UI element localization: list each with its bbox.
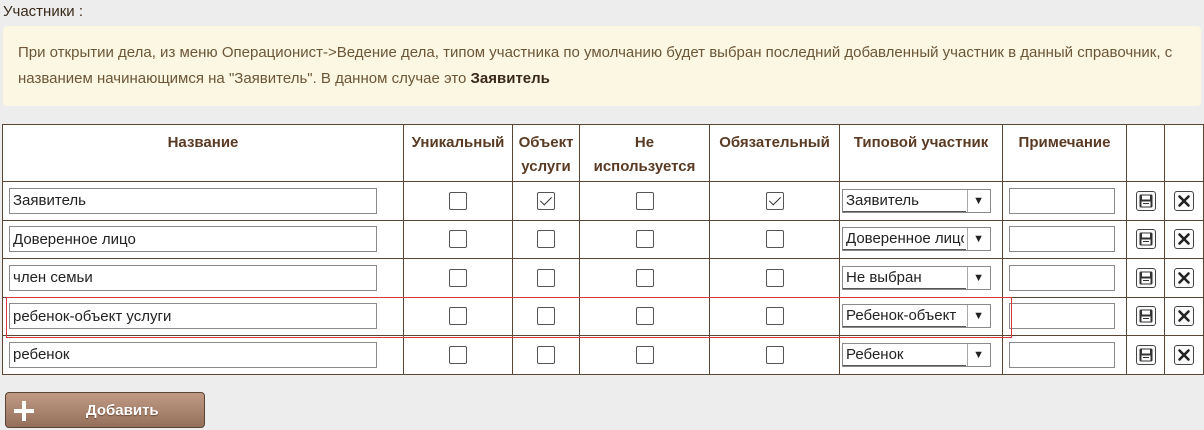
notice-text: При открытии дела, из меню Операционист-… <box>18 44 1173 87</box>
required-checkbox[interactable] <box>765 345 784 364</box>
note-input[interactable] <box>1009 341 1115 368</box>
save-icon[interactable] <box>1135 267 1156 288</box>
add-button-label: Добавить <box>86 402 159 419</box>
typical-select-value: Не выбран <box>846 268 922 286</box>
name-input[interactable] <box>9 187 377 214</box>
notice-bold: Заявитель <box>470 70 550 87</box>
typical-participant-select[interactable]: Доверенное лицо ▼ <box>842 227 991 252</box>
unique-checkbox[interactable] <box>449 345 467 364</box>
plus-icon <box>14 401 34 421</box>
save-icon[interactable] <box>1135 306 1156 327</box>
required-checkbox[interactable] <box>765 191 784 210</box>
service-object-checkbox[interactable] <box>537 345 555 364</box>
table-row: Ребенок-объект ▼ <box>2 296 1204 336</box>
header-not-used: Не используется <box>579 124 710 182</box>
table-row: Доверенное лицо ▼ <box>2 219 1204 259</box>
table-header-row: Название Уникальный Объект услуги Не испол… <box>2 124 1204 182</box>
typical-participant-select[interactable]: Ребенок-объект ▼ <box>842 304 991 329</box>
typical-select-value: Ребенок <box>846 345 904 363</box>
chevron-down-icon: ▼ <box>973 233 984 246</box>
typical-participant-select[interactable]: Заявитель ▼ <box>842 188 991 213</box>
header-required: Обязательный <box>709 124 840 182</box>
close-icon[interactable] <box>1174 344 1194 365</box>
name-input[interactable] <box>9 341 377 368</box>
name-input[interactable] <box>9 303 377 330</box>
required-checkbox[interactable] <box>765 307 784 326</box>
not-used-checkbox[interactable] <box>635 307 654 326</box>
note-input[interactable] <box>1009 226 1115 253</box>
note-input[interactable] <box>1009 187 1115 214</box>
section-label: Участники : <box>3 3 83 20</box>
header-save <box>1126 124 1165 182</box>
not-used-checkbox[interactable] <box>635 230 654 249</box>
unique-checkbox[interactable] <box>449 230 467 249</box>
service-object-checkbox[interactable] <box>537 307 555 326</box>
header-service-object: Объект услуги <box>512 124 580 182</box>
unique-checkbox[interactable] <box>449 268 467 287</box>
required-checkbox[interactable] <box>765 268 784 287</box>
table-row: Не выбран ▼ <box>2 258 1204 298</box>
note-input[interactable] <box>1009 303 1115 330</box>
typical-participant-select[interactable]: Ребенок ▼ <box>842 342 991 367</box>
typical-select-value: Ребенок-объект <box>846 307 957 325</box>
not-used-checkbox[interactable] <box>635 345 654 364</box>
chevron-down-icon: ▼ <box>973 310 984 323</box>
close-icon[interactable] <box>1174 229 1194 250</box>
header-name: Название <box>2 124 404 182</box>
header-delete <box>1164 124 1204 182</box>
close-icon[interactable] <box>1174 267 1194 288</box>
not-used-checkbox[interactable] <box>635 191 654 210</box>
close-icon[interactable] <box>1174 190 1194 211</box>
table-row: Ребенок ▼ <box>2 335 1204 375</box>
chevron-down-icon: ▼ <box>973 271 984 284</box>
info-notice: При открытии дела, из меню Операционист-… <box>3 26 1201 106</box>
chevron-down-icon: ▼ <box>973 194 984 207</box>
service-object-checkbox[interactable] <box>537 230 555 249</box>
header-note: Примечание <box>1002 124 1127 182</box>
participants-table: Название Уникальный Объект услуги Не испол… <box>2 124 1204 375</box>
name-input[interactable] <box>9 226 377 253</box>
header-unique: Уникальный <box>403 124 513 182</box>
save-icon[interactable] <box>1135 229 1156 250</box>
typical-participant-select[interactable]: Не выбран ▼ <box>842 265 991 290</box>
typical-select-value: Доверенное лицо <box>846 230 964 248</box>
service-object-checkbox[interactable] <box>537 191 555 210</box>
required-checkbox[interactable] <box>765 230 784 249</box>
chevron-down-icon: ▼ <box>973 348 984 361</box>
save-icon[interactable] <box>1135 190 1156 211</box>
typical-select-value: Заявитель <box>846 191 919 209</box>
unique-checkbox[interactable] <box>449 307 467 326</box>
unique-checkbox[interactable] <box>449 191 467 210</box>
save-icon[interactable] <box>1135 344 1156 365</box>
table-row: Заявитель ▼ <box>2 181 1204 221</box>
name-input[interactable] <box>9 264 377 291</box>
service-object-checkbox[interactable] <box>537 268 555 287</box>
header-typical: Типовой участник <box>839 124 1003 182</box>
add-button[interactable]: Добавить <box>5 392 205 428</box>
not-used-checkbox[interactable] <box>635 268 654 287</box>
close-icon[interactable] <box>1174 306 1194 327</box>
note-input[interactable] <box>1009 264 1115 291</box>
